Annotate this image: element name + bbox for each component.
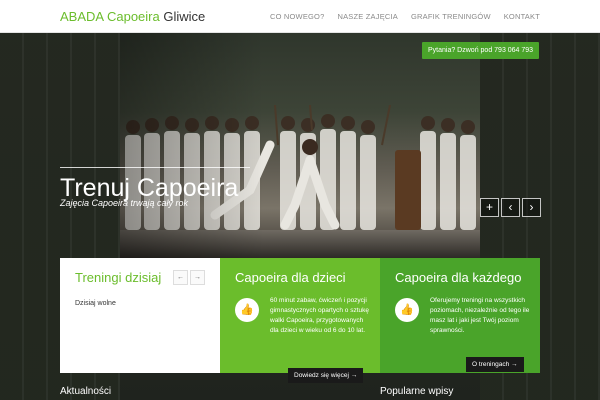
slide-subtitle: Zajęcia Capoeira trwają cały rok [60, 198, 189, 208]
news-section-title: Aktualności [60, 386, 112, 397]
thumbs-up-icon: 👍 [395, 298, 419, 322]
panel-kids-text: 60 minut zabaw, ćwiczeń i pozycji gimnas… [270, 297, 369, 334]
slide-title-rule-top [60, 167, 250, 168]
panel-everyone-text: Oferujemy treningi na wszystkich pozioma… [430, 297, 530, 334]
panel-kids: Capoeira dla dzieci 👍 60 minut zabaw, ćw… [220, 258, 380, 383]
photo-shade [120, 33, 480, 258]
nav-item-classes[interactable]: NASZE ZAJĘCIA [337, 12, 398, 21]
panel-training-title: Treningi dzisiaj [75, 270, 162, 285]
slider-next-button[interactable]: › [522, 198, 541, 217]
hero-photo [120, 33, 480, 258]
thumbs-up-icon: 👍 [235, 298, 259, 322]
training-status: Dzisiaj wolne [75, 300, 116, 307]
popular-posts-title: Popularne wpisy [380, 386, 454, 397]
panel-kids-title: Capoeira dla dzieci [235, 270, 346, 285]
slider-expand-button[interactable]: + [480, 198, 499, 217]
logo-secondary: Gliwice [163, 9, 206, 24]
site-logo[interactable]: ABADA Capoeira Gliwice [60, 9, 205, 24]
main-nav: CO NOWEGO? NASZE ZAJĘCIA GRAFIK TRENINGÓ… [270, 12, 540, 21]
training-next-button[interactable]: → [190, 270, 205, 285]
nav-item-news[interactable]: CO NOWEGO? [270, 12, 325, 21]
nav-item-contact[interactable]: KONTAKT [504, 12, 540, 21]
kids-learn-more-button[interactable]: Dowiedz się więcej → [288, 368, 364, 383]
contact-phone-button[interactable]: Pytania? Dzwoń pod 793 064 793 [422, 42, 540, 59]
panel-training-today: Treningi dzisiaj ← → Dzisiaj wolne [60, 258, 220, 373]
slider-prev-button[interactable]: ‹ [501, 198, 520, 217]
logo-primary: ABADA Capoeira [60, 9, 160, 24]
nav-item-schedule[interactable]: GRAFIK TRENINGÓW [411, 12, 491, 21]
panel-everyone: Capoeira dla każdego 👍 Oferujemy trening… [380, 258, 540, 373]
hero-slider: Pytania? Dzwoń pod 793 064 793 Trenuj Ca… [0, 33, 600, 400]
panel-everyone-title: Capoeira dla każdego [395, 270, 522, 285]
site-header: ABADA Capoeira Gliwice CO NOWEGO? NASZE … [0, 0, 600, 33]
training-prev-button[interactable]: ← [173, 270, 188, 285]
trainings-button[interactable]: O treningach → [466, 357, 524, 372]
